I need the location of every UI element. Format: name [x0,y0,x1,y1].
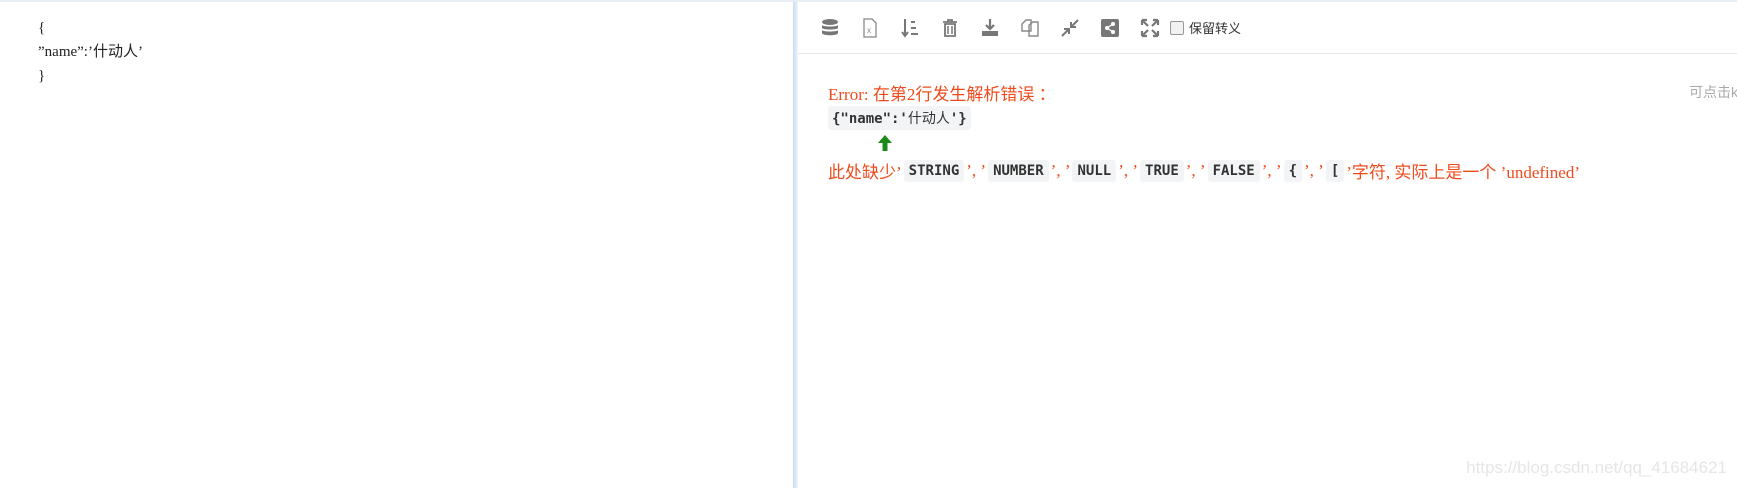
database-icon [821,18,838,35]
download-icon [981,18,998,36]
share-icon [1100,18,1119,37]
token: TRUE [1140,159,1184,182]
separator: ’, ’ [1261,160,1282,180]
separator: ’, ’ [1185,160,1206,180]
download-button[interactable] [976,14,1003,41]
sort-icon [900,18,918,38]
token: FALSE [1207,159,1260,182]
trash-icon [942,18,957,37]
token: NULL [1072,159,1117,182]
toolbar: x 保留转义 [798,2,1737,54]
excel-icon: x [862,17,877,38]
delete-button[interactable] [936,14,963,41]
copy-button[interactable] [1016,14,1043,41]
compress-icon [1060,18,1079,37]
editor-line: } [38,68,46,84]
missing-prefix: 此处缺少’ [828,163,902,182]
error-code-snippet: {"name":'什动人'} [828,106,971,130]
svg-text:x: x [867,26,871,35]
share-button[interactable] [1096,14,1123,41]
token: { [1283,159,1302,182]
json-input-panel[interactable]: { ”name”:’什动人’} [0,2,793,488]
watermark: https://blog.csdn.net/qq_41684621 [1466,458,1727,477]
separator: ’, ’ [1050,160,1071,180]
compress-button[interactable] [1056,14,1083,41]
error-title: Error: 在第2行发生解析错误 ： [828,85,1056,104]
separator: ’, ’ [1118,160,1139,180]
editor-line: ”name”:’什动人’ [38,44,143,60]
checkbox-box[interactable] [1170,20,1184,35]
keep-escape-checkbox[interactable]: 保留转义 [1170,18,1241,37]
code-suffix: '} [949,111,967,127]
keep-escape-label: 保留转义 [1189,21,1242,36]
token: NUMBER [988,159,1049,182]
separator: ’, ’ [1304,160,1324,180]
token: STRING [903,159,965,182]
arrow-up-icon [878,135,892,151]
code-prefix: {"name":' [832,111,908,127]
editor-line: { [38,20,46,36]
hint-text[interactable]: 可点击k [1689,82,1737,102]
token: [ [1325,159,1345,182]
separator: ’, ’ [966,160,987,180]
sort-button[interactable] [896,14,923,41]
missing-suffix: ’字符, 实际上是一个 ’undefined’ [1346,163,1580,182]
json-editor[interactable]: { ”name”:’什动人’} [38,16,143,88]
copy-icon [1020,18,1039,37]
excel-button[interactable]: x [856,14,883,41]
code-value: 什动人 [907,111,950,127]
expand-button[interactable] [1136,14,1163,41]
expand-icon [1140,18,1159,37]
missing-tokens-message: 此处缺少’ STRING’, ’ NUMBER’, ’ NULL’, ’ TRU… [828,158,1580,183]
database-button[interactable] [816,14,843,41]
result-panel: x 保留转义 Error: 在第2行发生解析错误 ： 可点击k {"name":… [798,2,1737,488]
